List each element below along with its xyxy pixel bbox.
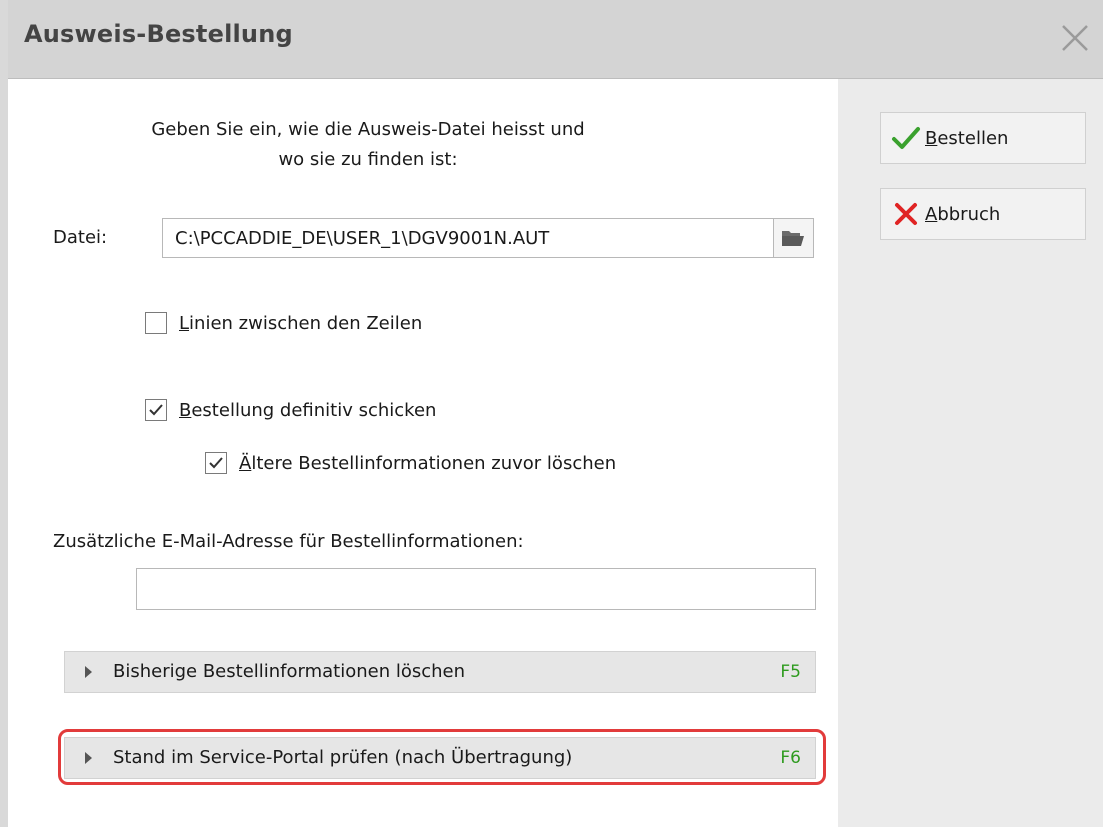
checkmark-icon: [209, 457, 223, 469]
order-dialog: Ausweis-Bestellung Geben Sie ein, wie di…: [0, 0, 1103, 827]
shortcut-key: F5: [780, 662, 801, 682]
instruction-line-2: wo sie zu finden ist:: [278, 149, 458, 170]
section-delete-previous[interactable]: Bisherige Bestellinformationen löschen F…: [64, 651, 816, 693]
send-checkbox[interactable]: [145, 399, 167, 421]
cancel-button-label: Abbruch: [925, 203, 1001, 225]
expand-arrow-icon: [85, 752, 92, 764]
lines-checkbox[interactable]: [145, 312, 167, 334]
delete-old-checkbox[interactable]: [205, 452, 227, 474]
lines-checkbox-row[interactable]: Linien zwischen den Zeilen: [145, 312, 422, 334]
delete-old-checkbox-row[interactable]: Ältere Bestellinformationen zuvor lösche…: [205, 452, 616, 474]
check-icon: [889, 123, 923, 153]
button-panel: Bestellen Abbruch: [838, 79, 1103, 827]
checkmark-icon: [149, 404, 163, 416]
file-path-input[interactable]: [162, 218, 774, 258]
window-title: Ausweis-Bestellung: [24, 20, 293, 48]
email-label: Zusätzliche E-Mail-Adresse für Bestellin…: [53, 531, 524, 552]
close-icon: [1062, 25, 1088, 51]
send-checkbox-row[interactable]: Bestellung definitiv schicken: [145, 399, 436, 421]
cross-icon: [889, 199, 923, 229]
folder-open-icon: [782, 231, 804, 246]
section-check-portal[interactable]: Stand im Service-Portal prüfen (nach Übe…: [64, 737, 816, 779]
order-button-label: Bestellen: [925, 127, 1009, 149]
send-checkbox-label: Bestellung definitiv schicken: [179, 399, 437, 421]
order-button[interactable]: Bestellen: [880, 112, 1086, 164]
cancel-button[interactable]: Abbruch: [880, 188, 1086, 240]
email-input[interactable]: [136, 568, 816, 610]
instruction-text: Geben Sie ein, wie die Ausweis-Datei hei…: [68, 115, 668, 175]
section-label: Stand im Service-Portal prüfen (nach Übe…: [113, 747, 573, 768]
shortcut-key: F6: [780, 748, 801, 768]
browse-button[interactable]: [774, 218, 814, 258]
close-button[interactable]: [1055, 18, 1095, 58]
main-panel: Geben Sie ein, wie die Ausweis-Datei hei…: [8, 79, 838, 827]
file-label: Datei:: [53, 227, 108, 248]
section-label: Bisherige Bestellinformationen löschen: [113, 661, 466, 682]
expand-arrow-icon: [85, 666, 92, 678]
instruction-line-1: Geben Sie ein, wie die Ausweis-Datei hei…: [151, 119, 585, 140]
delete-old-checkbox-label: Ältere Bestellinformationen zuvor lösche…: [239, 452, 617, 474]
lines-checkbox-label: Linien zwischen den Zeilen: [179, 312, 423, 334]
title-bar: Ausweis-Bestellung: [8, 0, 1103, 79]
